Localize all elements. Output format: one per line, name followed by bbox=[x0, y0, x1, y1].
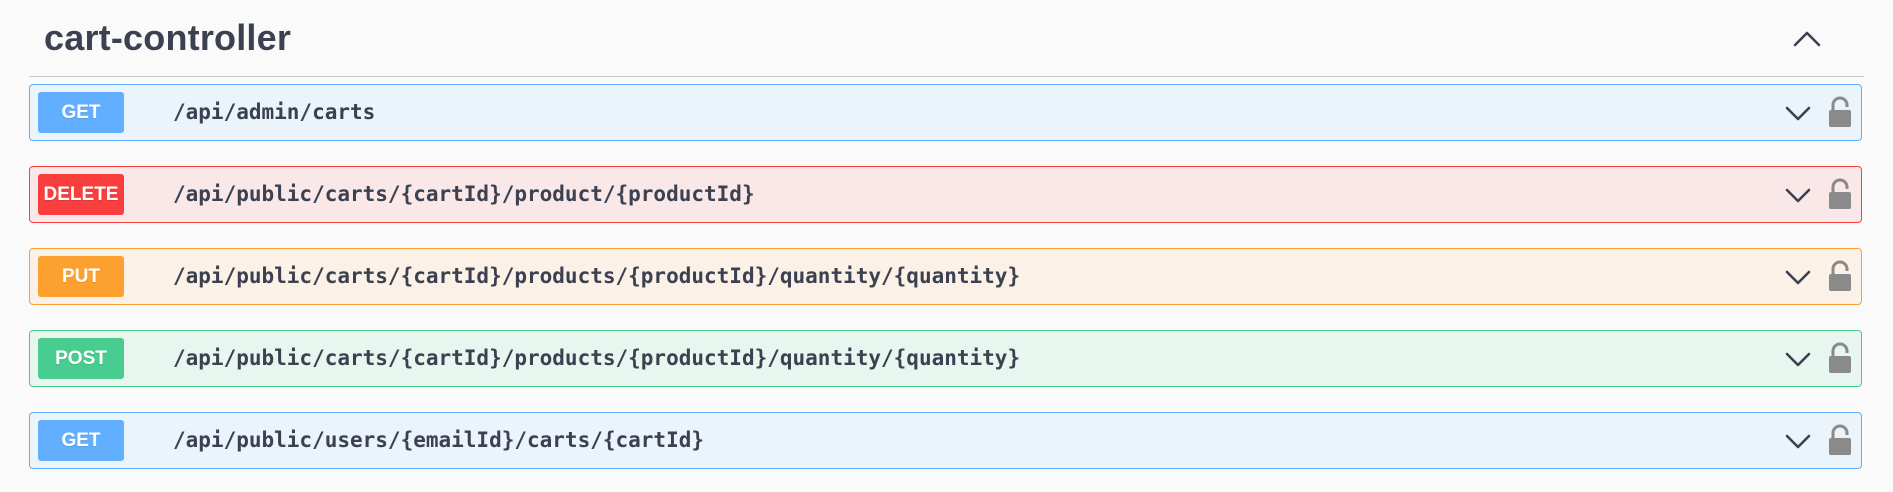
operation-path: /api/public/carts/{cartId}/product/{prod… bbox=[173, 182, 755, 206]
chevron-down-icon[interactable] bbox=[1783, 98, 1813, 128]
operation-path: /api/public/carts/{cartId}/products/{pro… bbox=[173, 264, 1021, 288]
operation-post-cart-product-quantity[interactable]: POST /api/public/carts/{cartId}/products… bbox=[29, 330, 1862, 387]
lock-icon[interactable] bbox=[1827, 260, 1853, 292]
method-badge: POST bbox=[38, 338, 124, 379]
lock-icon[interactable] bbox=[1827, 424, 1853, 456]
operation-get-user-cart[interactable]: GET /api/public/users/{emailId}/carts/{c… bbox=[29, 412, 1862, 469]
operation-put-cart-product-quantity[interactable]: PUT /api/public/carts/{cartId}/products/… bbox=[29, 248, 1862, 305]
cart-controller-section: cart-controller bbox=[29, 0, 1864, 77]
chevron-down-icon[interactable] bbox=[1783, 180, 1813, 210]
chevron-up-icon[interactable] bbox=[1790, 22, 1824, 56]
chevron-down-icon[interactable] bbox=[1783, 344, 1813, 374]
method-badge: DELETE bbox=[38, 174, 124, 215]
operation-delete-cart-product[interactable]: DELETE /api/public/carts/{cartId}/produc… bbox=[29, 166, 1862, 223]
section-header[interactable]: cart-controller bbox=[29, 0, 1864, 77]
method-badge: GET bbox=[38, 420, 124, 461]
method-badge: GET bbox=[38, 92, 124, 133]
chevron-down-icon[interactable] bbox=[1783, 262, 1813, 292]
operation-path: /api/admin/carts bbox=[173, 100, 376, 124]
section-title: cart-controller bbox=[44, 17, 292, 58]
lock-icon[interactable] bbox=[1827, 178, 1853, 210]
chevron-down-icon[interactable] bbox=[1783, 426, 1813, 456]
method-badge: PUT bbox=[38, 256, 124, 297]
operation-path: /api/public/carts/{cartId}/products/{pro… bbox=[173, 346, 1021, 370]
operation-get-admin-carts[interactable]: GET /api/admin/carts bbox=[29, 84, 1862, 141]
operation-path: /api/public/users/{emailId}/carts/{cartI… bbox=[173, 428, 705, 452]
lock-icon[interactable] bbox=[1827, 96, 1853, 128]
lock-icon[interactable] bbox=[1827, 342, 1853, 374]
